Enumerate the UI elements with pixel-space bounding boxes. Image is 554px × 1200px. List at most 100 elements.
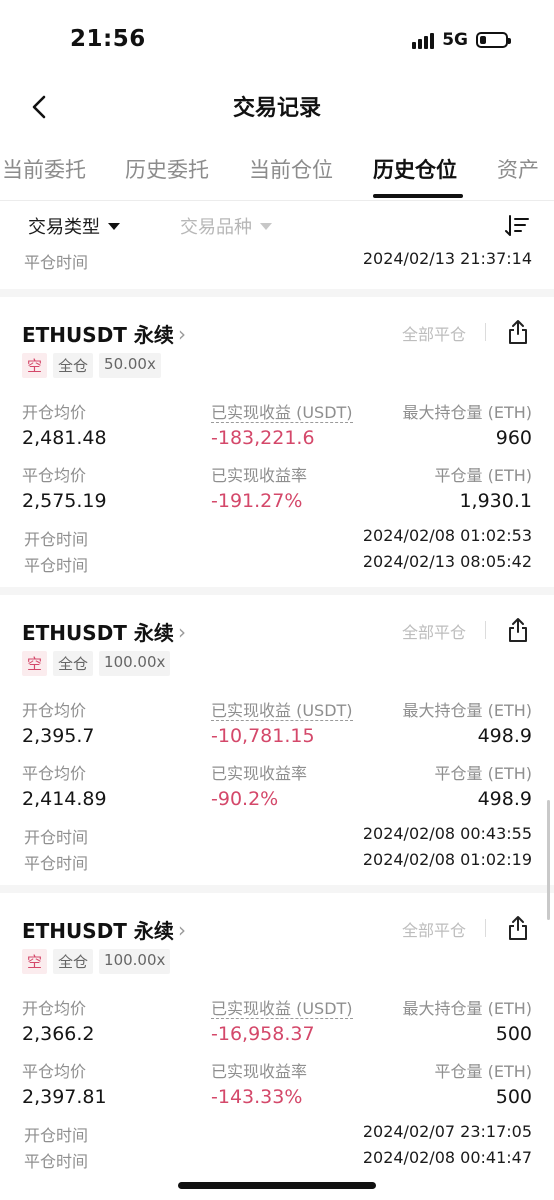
position-card[interactable]: ETHUSDT 永续 › 全部平仓 空 全仓 50.00x 开仓均价 2,481… [0, 297, 554, 587]
scrollbar[interactable] [547, 800, 550, 920]
tab-position-history[interactable]: 历史仓位 [373, 154, 457, 184]
symbol-name[interactable]: ETHUSDT 永续 [22, 617, 174, 646]
close-quantity-cell: 平仓量 (ETH) 1,930.1 [435, 462, 533, 512]
open-time-value: 2024/02/07 23:17:05 [362, 1122, 532, 1141]
open-time-label: 开仓时间 [24, 1126, 89, 1145]
position-tags: 空 全仓 100.00x [22, 949, 171, 974]
close-avg-cell: 平仓均价 2,414.89 [22, 760, 107, 810]
close-avg-value: 2,397.81 [22, 1086, 107, 1108]
tab-active-indicator [373, 194, 463, 198]
close-time-value: 2024/02/13 21:37:14 [362, 249, 532, 268]
battery-icon [476, 32, 511, 48]
time-rows: 开仓时间 2024/02/08 00:43:55 平仓时间 2024/02/08… [0, 821, 554, 873]
share-icon[interactable] [506, 319, 530, 345]
realized-pnl-label[interactable]: 已实现收益 (USDT) [211, 999, 353, 1019]
position-history-list: 平仓时间 2024/02/13 21:37:14 ETHUSDT 永续 › 全部… [0, 249, 554, 1200]
realized-pnl-cell: 已实现收益 (USDT) -183,221.6 [211, 399, 353, 449]
close-all-button[interactable]: 全部平仓 [402, 619, 466, 643]
position-tags: 空 全仓 50.00x [22, 353, 161, 378]
filter-bar: 交易类型 交易品种 [0, 205, 554, 249]
share-icon[interactable] [506, 617, 530, 643]
close-quantity-value: 1,930.1 [459, 490, 532, 512]
tab-order-history[interactable]: 历史委托 [125, 154, 209, 184]
divider [0, 289, 554, 297]
chevron-right-icon[interactable]: › [178, 322, 186, 346]
realized-pnl-rate-label: 已实现收益率 [211, 1062, 308, 1081]
close-time-row: 平仓时间 2024/02/08 00:41:47 [0, 1145, 554, 1171]
position-tags: 空 全仓 100.00x [22, 651, 171, 676]
max-position-label: 最大持仓量 (ETH) [402, 999, 533, 1018]
open-avg-value: 2,481.48 [22, 427, 107, 449]
tab-current-orders[interactable]: 当前委托 [2, 154, 86, 184]
open-time-label: 开仓时间 [24, 530, 89, 549]
realized-pnl-rate-value: -191.27% [211, 490, 303, 512]
position-card[interactable]: ETHUSDT 永续 › 全部平仓 空 全仓 100.00x 开仓均价 2,39… [0, 595, 554, 885]
tab-current-positions[interactable]: 当前仓位 [249, 154, 333, 184]
max-position-cell: 最大持仓量 (ETH) 498.9 [403, 697, 533, 747]
trade-symbol-filter[interactable]: 交易品种 [180, 213, 272, 239]
close-all-button[interactable]: 全部平仓 [402, 917, 466, 941]
close-quantity-value: 498.9 [477, 788, 532, 810]
leverage-badge: 50.00x [99, 353, 161, 378]
share-icon[interactable] [506, 915, 530, 941]
divider [0, 885, 554, 893]
trade-type-filter[interactable]: 交易类型 [28, 213, 120, 239]
prev-card-close-time-row: 平仓时间 2024/02/13 21:37:14 [0, 249, 554, 279]
close-avg-label: 平仓均价 [22, 764, 87, 783]
symbol-name[interactable]: ETHUSDT 永续 [22, 915, 174, 944]
status-icons: 5G [412, 30, 511, 50]
realized-pnl-value: -183,221.6 [211, 427, 315, 449]
margin-mode-badge: 全仓 [53, 651, 94, 676]
nav-bar: 交易记录 [0, 80, 554, 134]
caret-down-icon [260, 222, 272, 230]
close-quantity-cell: 平仓量 (ETH) 498.9 [435, 760, 533, 810]
tab-bar: 当前委托 历史委托 当前仓位 历史仓位 资产 [0, 150, 554, 201]
max-position-label: 最大持仓量 (ETH) [402, 403, 533, 422]
network-label: 5G [442, 30, 468, 50]
caret-down-icon [108, 222, 120, 230]
close-avg-cell: 平仓均价 2,397.81 [22, 1058, 107, 1108]
max-position-cell: 最大持仓量 (ETH) 500 [403, 995, 533, 1045]
home-indicator[interactable] [178, 1182, 376, 1189]
close-time-row: 平仓时间 2024/02/08 01:02:19 [0, 847, 554, 873]
open-avg-label: 开仓均价 [22, 999, 87, 1018]
trade-type-label: 交易类型 [28, 217, 100, 238]
open-avg-cell: 开仓均价 2,366.2 [22, 995, 95, 1045]
symbol-name[interactable]: ETHUSDT 永续 [22, 319, 174, 348]
close-all-button[interactable]: 全部平仓 [402, 321, 466, 345]
realized-pnl-cell: 已实现收益 (USDT) -16,958.37 [211, 995, 353, 1045]
realized-pnl-rate-cell: 已实现收益率 -191.27% [211, 462, 307, 512]
open-avg-value: 2,395.7 [22, 725, 95, 747]
realized-pnl-rate-label: 已实现收益率 [211, 764, 308, 783]
position-card[interactable]: ETHUSDT 永续 › 全部平仓 空 全仓 100.00x 开仓均价 2,36… [0, 893, 554, 1183]
max-position-value: 498.9 [477, 725, 532, 747]
side-badge: 空 [22, 651, 48, 676]
close-avg-value: 2,414.89 [22, 788, 107, 810]
close-quantity-label: 平仓量 (ETH) [434, 1062, 533, 1081]
trade-symbol-label: 交易品种 [180, 217, 252, 238]
card-header: ETHUSDT 永续 › 全部平仓 [0, 617, 554, 649]
divider [485, 919, 486, 937]
close-time-value: 2024/02/08 00:41:47 [362, 1148, 532, 1167]
close-avg-value: 2,575.19 [22, 490, 107, 512]
close-avg-label: 平仓均价 [22, 466, 87, 485]
close-avg-label: 平仓均价 [22, 1062, 87, 1081]
realized-pnl-rate-cell: 已实现收益率 -143.33% [211, 1058, 307, 1108]
time-rows: 开仓时间 2024/02/08 01:02:53 平仓时间 2024/02/13… [0, 523, 554, 575]
open-time-row: 开仓时间 2024/02/08 00:43:55 [0, 821, 554, 847]
realized-pnl-label[interactable]: 已实现收益 (USDT) [211, 701, 353, 721]
realized-pnl-rate-value: -90.2% [211, 788, 279, 810]
chevron-right-icon[interactable]: › [178, 918, 186, 942]
close-quantity-value: 500 [495, 1086, 532, 1108]
open-time-value: 2024/02/08 00:43:55 [362, 824, 532, 843]
leverage-badge: 100.00x [99, 651, 171, 676]
realized-pnl-label[interactable]: 已实现收益 (USDT) [211, 403, 353, 423]
close-time-label: 平仓时间 [24, 556, 89, 575]
open-avg-label: 开仓均价 [22, 403, 87, 422]
close-time-row: 平仓时间 2024/02/13 08:05:42 [0, 549, 554, 575]
chevron-right-icon[interactable]: › [178, 620, 186, 644]
tab-assets[interactable]: 资产 [497, 154, 539, 184]
close-time-value: 2024/02/13 08:05:42 [362, 552, 532, 571]
close-avg-cell: 平仓均价 2,575.19 [22, 462, 107, 512]
sort-icon[interactable] [504, 213, 530, 239]
